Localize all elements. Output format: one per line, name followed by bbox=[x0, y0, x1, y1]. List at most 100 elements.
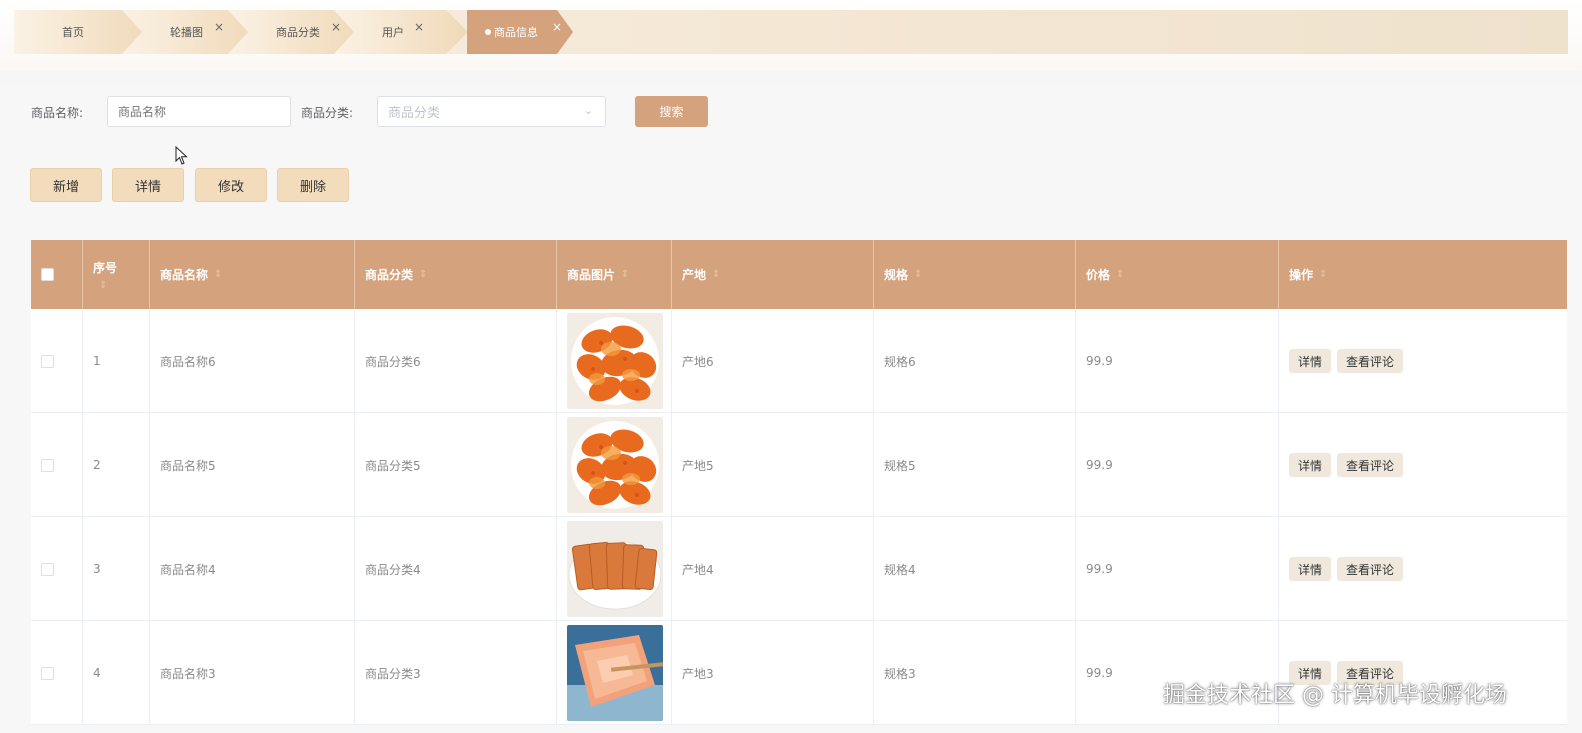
sort-icon[interactable]: ⇕ bbox=[712, 269, 720, 280]
close-icon[interactable]: × bbox=[214, 20, 224, 34]
cell-category-text: 商品分类6 bbox=[365, 354, 421, 369]
cell-name-text: 商品名称5 bbox=[160, 458, 216, 473]
header-price[interactable]: 价格 ⇕ bbox=[1076, 240, 1279, 309]
close-icon[interactable]: × bbox=[414, 20, 424, 34]
cell-spec: 规格4 bbox=[874, 517, 1076, 621]
table-row: 3 商品名称4 商品分类4 产地4 规格4 99.9 详情 查看评论 bbox=[31, 517, 1567, 621]
table-row: 4 商品名称3 商品分类3 产地3 规格3 99.9 详情 查看评论 bbox=[31, 621, 1567, 725]
tab-label: 商品分类 bbox=[276, 26, 320, 39]
cell-name: 商品名称6 bbox=[150, 309, 355, 413]
mouse-cursor-icon bbox=[175, 146, 188, 165]
row-detail-button[interactable]: 详情 bbox=[1289, 557, 1332, 581]
product-category-label: 商品分类: bbox=[301, 106, 354, 120]
product-name-input[interactable] bbox=[107, 96, 291, 127]
row-detail-button[interactable]: 详情 bbox=[1289, 349, 1332, 373]
delete-button[interactable]: 删除 bbox=[277, 168, 349, 202]
row-select-cell bbox=[31, 517, 83, 621]
sort-icon[interactable]: ⇕ bbox=[1319, 269, 1327, 280]
tab-product-info[interactable]: 商品信息 × bbox=[467, 10, 573, 54]
row-checkbox[interactable] bbox=[41, 666, 54, 680]
cell-price-text: 99.9 bbox=[1086, 666, 1113, 680]
product-image[interactable] bbox=[567, 417, 663, 513]
cell-seq: 2 bbox=[83, 413, 150, 517]
sort-icon[interactable]: ⇕ bbox=[914, 269, 922, 280]
cell-origin: 产地3 bbox=[672, 621, 874, 725]
watermark-text: 掘金技术社区 @ 计算机毕设孵化场 bbox=[1163, 683, 1507, 708]
cell-name-text: 商品名称4 bbox=[160, 562, 216, 577]
cell-price: 99.9 bbox=[1076, 517, 1279, 621]
row-detail-button[interactable]: 详情 bbox=[1289, 453, 1332, 477]
cell-name-text: 商品名称3 bbox=[160, 666, 216, 681]
sort-icon[interactable]: ⇕ bbox=[99, 280, 107, 291]
cell-origin: 产地5 bbox=[672, 413, 874, 517]
tab-user[interactable]: 用户 × bbox=[334, 10, 468, 54]
cell-spec-text: 规格6 bbox=[884, 354, 916, 369]
row-view-comments-button[interactable]: 查看评论 bbox=[1337, 557, 1404, 581]
row-checkbox[interactable] bbox=[41, 562, 54, 576]
cell-category: 商品分类4 bbox=[355, 517, 557, 621]
select-placeholder: 商品分类 bbox=[388, 106, 441, 121]
cell-seq-text: 3 bbox=[93, 562, 101, 576]
cell-category: 商品分类5 bbox=[355, 413, 557, 517]
cell-origin-text: 产地4 bbox=[682, 562, 714, 577]
edit-button[interactable]: 修改 bbox=[195, 168, 267, 202]
row-view-comments-button[interactable]: 查看评论 bbox=[1337, 453, 1404, 477]
product-category-select[interactable]: 商品分类 ⌄ bbox=[377, 96, 606, 127]
product-image-cell bbox=[557, 309, 672, 413]
row-checkbox[interactable] bbox=[41, 458, 54, 472]
sort-icon[interactable]: ⇕ bbox=[1116, 269, 1124, 280]
cell-category: 商品分类6 bbox=[355, 309, 557, 413]
select-all-cell bbox=[31, 240, 83, 309]
header-category[interactable]: 商品分类 ⇕ bbox=[355, 240, 557, 309]
row-actions-cell: 详情 查看评论 bbox=[1279, 413, 1567, 517]
row-select-cell bbox=[31, 621, 83, 725]
sort-icon[interactable]: ⇕ bbox=[419, 269, 427, 280]
header-name[interactable]: 商品名称 ⇕ bbox=[150, 240, 355, 309]
header-label: 商品图片 bbox=[567, 268, 616, 282]
select-all-checkbox[interactable] bbox=[41, 268, 54, 281]
row-select-cell bbox=[31, 413, 83, 517]
tabs-bar: 首页 轮播图 × 商品分类 × 用户 × 商品信息 × bbox=[0, 0, 1582, 70]
add-button[interactable]: 新增 bbox=[30, 168, 102, 202]
product-image[interactable] bbox=[567, 625, 663, 721]
detail-button[interactable]: 详情 bbox=[112, 168, 184, 202]
row-actions-cell: 详情 查看评论 bbox=[1279, 309, 1567, 413]
table-row: 2 商品名称5 商品分类5 产地5 规格5 99.9 详情 查看评论 bbox=[31, 413, 1567, 517]
close-icon[interactable]: × bbox=[331, 20, 341, 34]
tab-label: 轮播图 bbox=[170, 26, 203, 39]
tab-label: 商品信息 bbox=[494, 26, 538, 39]
product-image[interactable] bbox=[567, 521, 663, 617]
cell-seq-text: 1 bbox=[93, 354, 101, 368]
tab-label: 用户 bbox=[382, 26, 404, 39]
cell-seq-text: 4 bbox=[93, 666, 101, 680]
header-label: 价格 bbox=[1086, 268, 1111, 282]
header-label: 规格 bbox=[884, 268, 909, 282]
product-image[interactable] bbox=[567, 313, 663, 409]
cell-seq: 3 bbox=[83, 517, 150, 621]
cell-spec: 规格5 bbox=[874, 413, 1076, 517]
product-name-label: 商品名称: bbox=[31, 106, 84, 120]
header-ops: 操作 ⇕ bbox=[1279, 240, 1567, 309]
header-label: 操作 bbox=[1289, 268, 1314, 282]
header-origin[interactable]: 产地 ⇕ bbox=[672, 240, 874, 309]
page: 首页 轮播图 × 商品分类 × 用户 × 商品信息 × 商品名称: 商品分类: … bbox=[0, 0, 1582, 733]
product-image-cell bbox=[557, 621, 672, 725]
header-image[interactable]: 商品图片 ⇕ bbox=[557, 240, 672, 309]
close-icon[interactable]: × bbox=[552, 20, 562, 34]
table-header: 序号 ⇕ 商品名称 ⇕ 商品分类 ⇕ 商品图片 ⇕ 产地 ⇕ 规格 ⇕ 价格 ⇕… bbox=[31, 240, 1567, 309]
product-image-cell bbox=[557, 517, 672, 621]
tab-label: 首页 bbox=[62, 26, 84, 39]
sort-icon[interactable]: ⇕ bbox=[621, 269, 629, 280]
row-checkbox[interactable] bbox=[41, 354, 54, 368]
row-select-cell bbox=[31, 309, 83, 413]
row-view-comments-button[interactable]: 查看评论 bbox=[1337, 349, 1404, 373]
header-spec[interactable]: 规格 ⇕ bbox=[874, 240, 1076, 309]
header-seq[interactable]: 序号 ⇕ bbox=[83, 240, 150, 309]
cell-spec: 规格3 bbox=[874, 621, 1076, 725]
cell-origin-text: 产地5 bbox=[682, 458, 714, 473]
search-button[interactable]: 搜索 bbox=[635, 96, 708, 127]
sort-icon[interactable]: ⇕ bbox=[214, 269, 222, 280]
header-label: 产地 bbox=[682, 268, 707, 282]
header-label: 商品分类 bbox=[365, 268, 414, 282]
cell-price-text: 99.9 bbox=[1086, 562, 1113, 576]
